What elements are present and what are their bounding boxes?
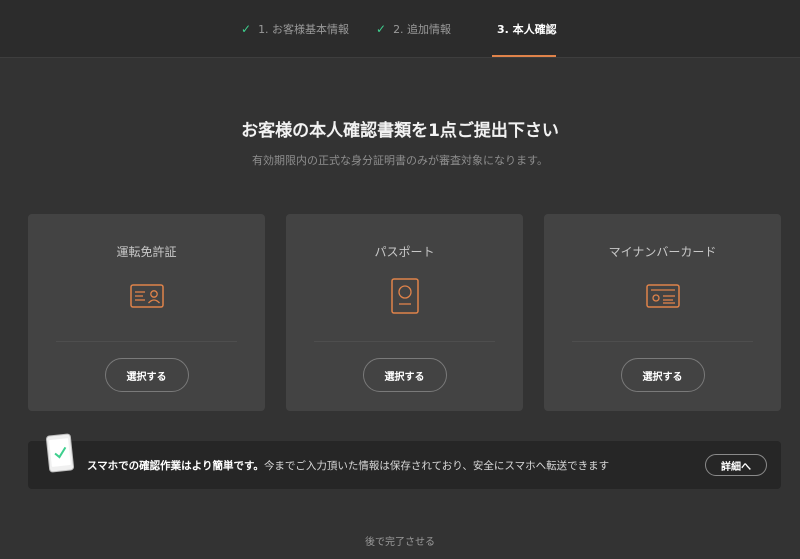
drivers-license-icon	[129, 284, 164, 308]
select-drivers-license-button[interactable]: 選択する	[104, 358, 189, 392]
document-card-passport[interactable]: パスポート 選択する	[286, 214, 523, 411]
step-additional-info: ✓ 2. 追加情報	[376, 0, 451, 57]
card-label: パスポート	[374, 245, 435, 259]
step-progress-bar: ✓ 1. お客様基本情報 ✓ 2. 追加情報 3. 本人確認	[0, 0, 800, 58]
step-basic-info: ✓ 1. お客様基本情報	[241, 0, 349, 57]
banner-message: スマホでの確認作業はより簡単です。 今までご入力頂いた情報は保存されており、安全…	[87, 441, 609, 489]
banner-strong-text: スマホでの確認作業はより簡単です。	[87, 459, 264, 472]
document-card-my-number-card[interactable]: マイナンバーカード 選択する	[544, 214, 781, 411]
details-button[interactable]: 詳細へ	[705, 454, 767, 476]
check-icon: ✓	[376, 21, 387, 36]
passport-icon	[390, 278, 419, 314]
smartphone-transfer-banner: スマホでの確認作業はより簡単です。 今までご入力頂いた情報は保存されており、安全…	[28, 433, 781, 489]
active-step-indicator	[492, 55, 556, 57]
check-icon: ✓	[241, 21, 252, 36]
smartphone-check-icon	[45, 433, 75, 473]
card-divider	[572, 341, 753, 342]
page-subtitle: 有効期限内の正式な身分証明書のみが審査対象になります。	[252, 154, 548, 167]
select-passport-button[interactable]: 選択する	[362, 358, 447, 392]
select-my-number-card-button[interactable]: 選択する	[620, 358, 705, 392]
page-title: お客様の本人確認書類を1点ご提出下さい	[241, 121, 559, 141]
banner-text: 今までご入力頂いた情報は保存されており、安全にスマホへ転送できます	[263, 459, 610, 472]
step-identity-verification: 3. 本人確認	[497, 0, 557, 57]
card-label: 運転免許証	[116, 245, 177, 259]
card-divider	[314, 341, 495, 342]
complete-later-link[interactable]: 後で完了させる	[0, 533, 800, 548]
step-label: 2. 追加情報	[393, 22, 452, 36]
id-card-icon	[645, 284, 680, 308]
step-label: 3. 本人確認	[497, 22, 557, 36]
card-divider	[56, 341, 237, 342]
card-label: マイナンバーカード	[608, 245, 717, 259]
step-label: 1. お客様基本情報	[258, 22, 350, 36]
document-card-drivers-license[interactable]: 運転免許証 選択する	[28, 214, 265, 411]
